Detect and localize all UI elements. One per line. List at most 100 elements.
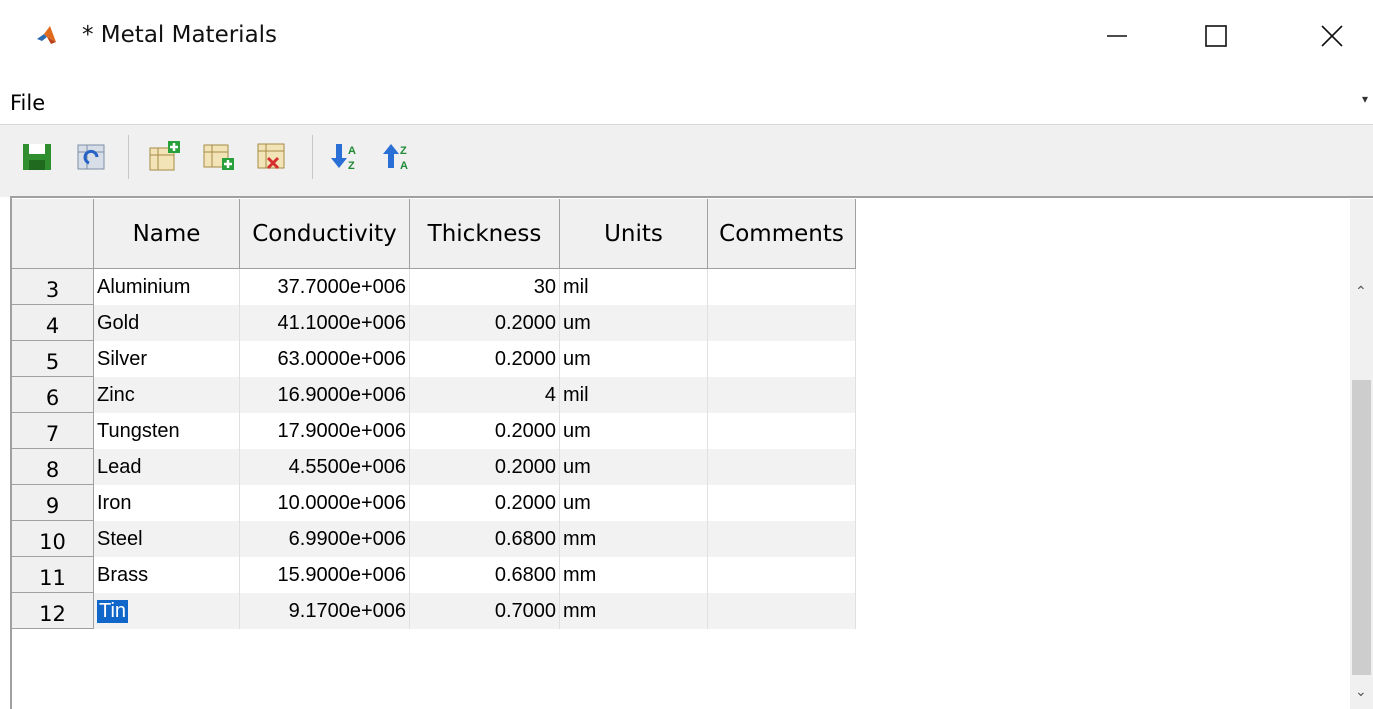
cell-thickness[interactable]: 30 (410, 269, 560, 305)
insert-row-icon[interactable] (202, 140, 236, 174)
cell-name[interactable]: Silver (94, 341, 240, 377)
cell-thickness[interactable]: 0.6800 (410, 557, 560, 593)
svg-text:Z: Z (400, 145, 407, 157)
cell-units[interactable]: um (560, 485, 708, 521)
minimize-icon (1107, 35, 1127, 37)
cell-conductivity[interactable]: 41.1000e+006 (240, 305, 410, 341)
cell-name-selected[interactable]: Tin (94, 593, 240, 629)
cell-comments[interactable] (708, 449, 856, 485)
cell-comments[interactable] (708, 413, 856, 449)
cell-conductivity[interactable]: 37.7000e+006 (240, 269, 410, 305)
cell-name[interactable]: Tungsten (94, 413, 240, 449)
row-header[interactable]: 5 (12, 341, 94, 377)
row-header[interactable]: 11 (12, 557, 94, 593)
cell-units[interactable]: um (560, 305, 708, 341)
row-header[interactable]: 3 (12, 269, 94, 305)
cell-name-text: Silver (97, 347, 148, 370)
cell-name-text: Gold (97, 311, 140, 334)
cell-comments[interactable] (708, 305, 856, 341)
cell-conductivity[interactable]: 16.9000e+006 (240, 377, 410, 413)
cell-conductivity[interactable]: 9.1700e+006 (240, 593, 410, 629)
corner-header (12, 199, 94, 269)
cell-comments[interactable] (708, 269, 856, 305)
cell-conductivity[interactable]: 63.0000e+006 (240, 341, 410, 377)
row-header[interactable]: 12 (12, 593, 94, 629)
add-row-icon[interactable] (148, 140, 182, 174)
pin-icon[interactable]: ▾ (1362, 92, 1368, 106)
toolbar-separator (128, 135, 129, 179)
cell-conductivity[interactable]: 17.9000e+006 (240, 413, 410, 449)
row-header[interactable]: 7 (12, 413, 94, 449)
cell-comments[interactable] (708, 593, 856, 629)
column-header-name[interactable]: Name (94, 199, 240, 269)
close-button[interactable] (1302, 14, 1362, 58)
scrollbar-thumb[interactable] (1352, 380, 1371, 675)
menu-file[interactable]: File (10, 91, 45, 115)
cell-conductivity[interactable]: 6.9900e+006 (240, 521, 410, 557)
cell-name[interactable]: Zinc (94, 377, 240, 413)
cell-thickness[interactable]: 0.2000 (410, 485, 560, 521)
cell-conductivity[interactable]: 15.9000e+006 (240, 557, 410, 593)
refresh-table-icon[interactable] (75, 140, 109, 174)
minimize-button[interactable] (1087, 14, 1147, 58)
row-header[interactable]: 10 (12, 521, 94, 557)
cell-name[interactable]: Lead (94, 449, 240, 485)
cell-name-text: Aluminium (97, 275, 191, 298)
selected-text: Tin (97, 599, 129, 623)
cell-units[interactable]: mm (560, 557, 708, 593)
row-header[interactable]: 4 (12, 305, 94, 341)
cell-comments[interactable] (708, 377, 856, 413)
column-header-comments[interactable]: Comments (708, 199, 856, 269)
cell-thickness[interactable]: 0.7000 (410, 593, 560, 629)
cell-units[interactable]: mm (560, 593, 708, 629)
cell-comments[interactable] (708, 485, 856, 521)
cell-conductivity[interactable]: 4.5500e+006 (240, 449, 410, 485)
cell-units[interactable]: um (560, 449, 708, 485)
cell-thickness[interactable]: 0.2000 (410, 449, 560, 485)
matlab-icon (37, 26, 56, 44)
cell-comments[interactable] (708, 521, 856, 557)
window-title: * Metal Materials (82, 22, 278, 48)
cell-name[interactable]: Steel (94, 521, 240, 557)
cell-name-text: Zinc (97, 383, 135, 406)
svg-text:A: A (348, 145, 356, 157)
scroll-down-icon[interactable]: ⌄ (1355, 683, 1367, 700)
cell-thickness[interactable]: 0.6800 (410, 521, 560, 557)
cell-conductivity[interactable]: 10.0000e+006 (240, 485, 410, 521)
cell-name-text: Lead (97, 455, 142, 478)
cell-units[interactable]: mil (560, 377, 708, 413)
cell-units[interactable]: um (560, 413, 708, 449)
svg-text:A: A (400, 160, 408, 172)
cell-units[interactable]: mil (560, 269, 708, 305)
column-header-units[interactable]: Units (560, 199, 708, 269)
cell-units[interactable]: um (560, 341, 708, 377)
save-icon[interactable] (20, 140, 54, 174)
toolbar-separator (312, 135, 313, 179)
column-header-thickness[interactable]: Thickness (410, 199, 560, 269)
cell-thickness[interactable]: 0.2000 (410, 305, 560, 341)
scroll-up-icon[interactable]: ⌃ (1355, 283, 1367, 300)
cell-name-text: Brass (97, 563, 149, 586)
sort-descending-icon[interactable]: A Z (330, 140, 364, 174)
column-header-conductivity[interactable]: Conductivity (240, 199, 410, 269)
cell-name[interactable]: Iron (94, 485, 240, 521)
row-header[interactable]: 8 (12, 449, 94, 485)
cell-name[interactable]: Aluminium (94, 269, 240, 305)
row-header[interactable]: 6 (12, 377, 94, 413)
cell-comments[interactable] (708, 341, 856, 377)
maximize-button[interactable] (1186, 14, 1246, 58)
cell-name[interactable]: Gold (94, 305, 240, 341)
cell-thickness[interactable]: 4 (410, 377, 560, 413)
svg-text:Z: Z (348, 160, 355, 172)
cell-name[interactable]: Brass (94, 557, 240, 593)
cell-units[interactable]: mm (560, 521, 708, 557)
cell-comments[interactable] (708, 557, 856, 593)
cell-name-text: Tungsten (97, 419, 180, 442)
sort-ascending-icon[interactable]: Z A (382, 140, 416, 174)
maximize-icon (1205, 25, 1227, 47)
cell-thickness[interactable]: 0.2000 (410, 413, 560, 449)
cell-thickness[interactable]: 0.2000 (410, 341, 560, 377)
row-header[interactable]: 9 (12, 485, 94, 521)
cell-name-text: Steel (97, 527, 143, 550)
delete-row-icon[interactable] (256, 140, 290, 174)
